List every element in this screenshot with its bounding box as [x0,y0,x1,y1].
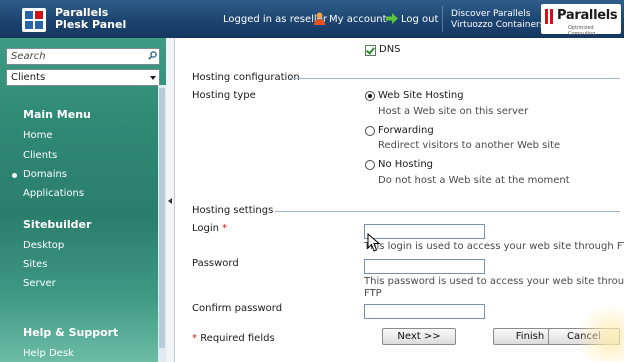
login-label: Login * [192,223,227,234]
sidebar-item-domains[interactable]: Domains [23,169,67,180]
section-divider [290,78,620,79]
main-content: DNS Hosting configuration Hosting type W… [175,38,624,362]
logout-arrow-icon [386,13,398,24]
checkmark-icon [366,45,375,55]
brand-name: Parallels [557,8,618,23]
password-label: Password [192,258,239,269]
sidebar-item-server[interactable]: Server [23,278,56,289]
sidebar-splitter[interactable] [166,38,175,362]
discover-line2: Virtuozzo Containers [451,20,545,30]
option-forwarding-desc: Redirect visitors to another Web site [378,140,561,151]
click-highlight [580,300,624,362]
parallels-bars-icon [545,9,554,24]
collapse-arrow-icon[interactable] [168,198,172,204]
option-no-hosting[interactable]: No Hosting [378,159,433,170]
plesk-logo-icon [22,8,46,32]
radio-no-hosting[interactable] [365,160,375,170]
help-support-heading: Help & Support [23,326,119,339]
login-label-text: Login [192,223,219,234]
parallels-logo-icon[interactable]: Parallels Optimized Computing [541,4,621,37]
dns-checkbox[interactable] [365,45,376,56]
search-icon[interactable] [148,51,157,60]
password-hint-line1: This password is used to access your web… [364,276,624,287]
radio-web-site-hosting[interactable] [365,91,375,101]
left-sidebar: Search Clients Main Menu Home Clients Do… [0,38,166,362]
next-button[interactable]: Next >> [382,328,456,345]
search-placeholder: Search [11,51,46,62]
chevron-down-icon [150,76,156,80]
sidebar-item-sites[interactable]: Sites [23,259,47,270]
radio-selected-dot [368,94,372,98]
required-marker: * [192,333,197,344]
main-menu-heading: Main Menu [23,108,91,121]
required-fields-text: Required fields [200,333,275,344]
sidebar-item-home[interactable]: Home [23,130,53,141]
required-marker: * [222,223,228,234]
sidebar-scrollbar-thumb[interactable] [159,88,165,348]
hosting-config-heading: Hosting configuration [192,72,300,83]
active-bullet-icon [12,173,17,178]
dns-label: DNS [379,44,401,55]
sitebuilder-heading: Sitebuilder [23,218,92,231]
search-input[interactable]: Search [6,48,160,65]
sidebar-item-help-desk[interactable]: Help Desk [23,348,74,359]
product-line2: Plesk Panel [55,18,127,31]
option-forwarding[interactable]: Forwarding [378,125,434,136]
product-name: Parallels Plesk Panel [55,7,126,31]
password-input[interactable] [364,259,485,274]
login-hint: This login is used to access your web si… [364,241,624,252]
confirm-password-label: Confirm password [192,303,283,314]
sidebar-item-clients[interactable]: Clients [23,150,57,161]
confirm-password-input[interactable] [364,304,485,319]
context-select-value: Clients [11,72,46,83]
sidebar-item-desktop[interactable]: Desktop [23,240,64,251]
mouse-cursor-icon [367,233,381,252]
password-hint-line2: FTP [364,288,382,299]
required-fields-note: * Required fields [192,333,275,344]
brand-tagline: Optimized Computing [568,25,596,37]
context-select[interactable]: Clients [6,69,160,86]
discover-line1: Discover Parallels [451,9,531,19]
top-header: Parallels Plesk Panel Logged in as resel… [0,0,624,38]
option-web-site-hosting[interactable]: Web Site Hosting [378,90,464,101]
sidebar-item-applications[interactable]: Applications [23,188,84,199]
hosting-type-label: Hosting type [192,90,256,101]
user-icon [314,12,325,25]
option-no-hosting-desc: Do not host a Web site at the moment [378,175,570,186]
log-out-link[interactable]: Log out [401,14,438,25]
my-account-link[interactable]: My account [329,14,387,25]
login-input[interactable] [364,224,485,239]
section-divider [275,211,620,212]
header-separator [442,6,443,32]
hosting-settings-heading: Hosting settings [192,205,274,216]
option-web-site-hosting-desc: Host a Web site on this server [378,106,529,117]
logged-in-text: Logged in as reseller [223,14,327,25]
discover-link[interactable]: Discover Parallels Virtuozzo Containers [451,9,544,31]
radio-forwarding[interactable] [365,126,375,136]
